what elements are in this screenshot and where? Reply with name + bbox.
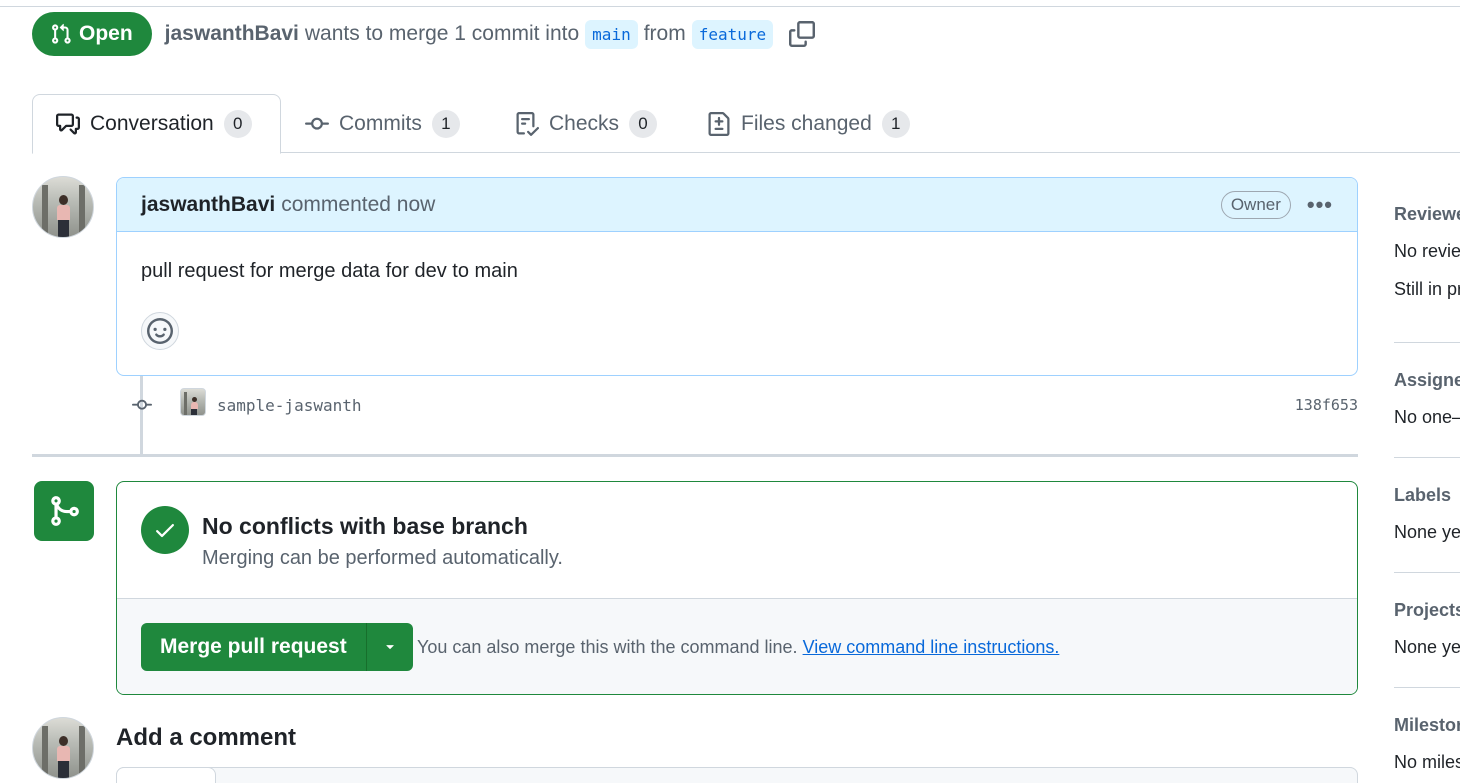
check-circle-icon (141, 506, 189, 554)
top-divider (0, 6, 1460, 7)
file-diff-icon (708, 111, 730, 136)
tab-label: Conversation (90, 112, 214, 135)
avatar-photo-detail (59, 736, 68, 746)
comment-editor[interactable] (116, 767, 1358, 783)
sidebar-divider (1394, 572, 1460, 573)
sidebar-projects: Projects None ye (1394, 600, 1460, 658)
merge-status-title: No conflicts with base branch (202, 513, 528, 539)
tab-counter: 1 (431, 109, 460, 138)
merge-pull-request-button[interactable]: Merge pull request (141, 623, 367, 671)
comment-timestamp[interactable]: commented now (281, 193, 435, 217)
merge-status-section: No conflicts with base branch Merging ca… (117, 482, 1357, 599)
tab-conversation[interactable]: Conversation 0 (32, 94, 281, 154)
sidebar-milestone-value: No miles (1394, 752, 1460, 772)
tab-counter: 0 (629, 109, 658, 138)
sidebar-labels-title[interactable]: Labels (1394, 485, 1460, 506)
tab-label: Commits (339, 111, 422, 135)
tab-counter: 0 (223, 110, 252, 138)
sidebar-divider (1394, 687, 1460, 688)
smiley-icon (147, 318, 173, 344)
pr-author-link[interactable]: jaswanthBavi (165, 22, 299, 46)
commit-message-link[interactable]: sample-jaswanth (217, 396, 362, 415)
from-text: from (643, 22, 686, 45)
avatar-photo-detail (57, 746, 70, 761)
head-branch-label[interactable]: feature (691, 19, 774, 49)
pr-state-badge: Open (32, 12, 152, 56)
sidebar-assignees-title[interactable]: Assigne (1394, 370, 1460, 391)
merge-status-subtitle: Merging can be performed automatically. (202, 547, 563, 569)
tab-commits[interactable]: Commits 1 (305, 94, 460, 153)
pr-tabs: Conversation 0 Commits 1 Checks 0 Files … (32, 94, 1460, 154)
add-comment-heading: Add a comment (116, 724, 297, 751)
copy-icon[interactable] (789, 21, 816, 47)
merge-box: No conflicts with base branch Merging ca… (116, 481, 1358, 695)
sidebar-divider (1394, 457, 1460, 458)
check-icon (156, 524, 174, 538)
comment-card: jaswanthBavi commented now Owner ••• pul… (116, 177, 1358, 376)
sidebar-assignees-value: No one– (1394, 407, 1460, 427)
timeline-commit-item: sample-jaswanth 138f653 (128, 388, 1358, 422)
commit-author-avatar[interactable] (180, 388, 206, 416)
comment-body: pull request for merge data for dev to m… (141, 260, 518, 282)
sidebar-milestone-title[interactable]: Milestor (1394, 715, 1460, 736)
avatar-photo-detail (58, 761, 69, 778)
tab-files-changed[interactable]: Files changed 1 (707, 94, 910, 153)
tab-checks[interactable]: Checks 0 (515, 94, 658, 153)
avatar-photo-detail (59, 195, 68, 205)
pr-summary: jaswanthBavi wants to merge 1 commit int… (165, 19, 816, 49)
sidebar-projects-title[interactable]: Projects (1394, 600, 1460, 621)
avatar[interactable] (32, 176, 94, 238)
sidebar-labels: Labels None ye (1394, 485, 1460, 543)
sidebar-reviewers-value: No revie (1394, 241, 1460, 261)
merge-button-group: Merge pull request (141, 623, 413, 671)
add-reaction-button[interactable] (141, 312, 179, 350)
git-commit-icon (305, 117, 329, 130)
git-pull-request-icon (52, 23, 71, 44)
sidebar-milestone: Milestor No miles (1394, 715, 1460, 773)
checklist-icon (516, 111, 539, 136)
git-merge-icon (51, 496, 79, 526)
command-line-instructions-link[interactable]: View command line instructions. (803, 637, 1060, 657)
triangle-down-icon (386, 645, 394, 650)
avatar-photo-detail (79, 726, 85, 778)
merge-hint-text: You can also merge this with the command… (417, 637, 798, 657)
tab-label: Checks (549, 111, 620, 135)
merge-method-dropdown[interactable] (366, 623, 413, 671)
base-branch-label[interactable]: main (585, 19, 638, 49)
sidebar-assignees: Assigne No one– (1394, 370, 1460, 428)
sidebar-reviewers-title[interactable]: Reviewe (1394, 204, 1460, 225)
sidebar-reviewers: Reviewe No revie Still in pr (1394, 204, 1460, 300)
avatar-photo-detail (42, 185, 48, 237)
comment-discussion-icon (56, 113, 80, 135)
kebab-menu-icon[interactable]: ••• (1307, 192, 1333, 218)
avatar-photo-detail (79, 185, 85, 237)
git-commit-icon (132, 399, 152, 410)
merge-status-icon-box (34, 481, 94, 541)
avatar-photo-detail (57, 205, 70, 220)
avatar-photo-detail (42, 726, 48, 778)
pr-summary-text: wants to merge 1 commit into (304, 22, 580, 45)
avatar[interactable] (32, 717, 94, 779)
pr-header: Open jaswanthBavi wants to merge 1 commi… (32, 12, 816, 56)
avatar-photo-detail (184, 392, 187, 415)
timeline-end-divider (32, 454, 1358, 457)
merge-actions-section: Merge pull request You can also merge th… (117, 599, 1357, 694)
sidebar-divider (1394, 342, 1460, 343)
tab-counter: 1 (881, 109, 910, 138)
sidebar-reviewers-note: Still in pr (1394, 279, 1460, 299)
owner-badge: Owner (1220, 190, 1291, 219)
sidebar-projects-value: None ye (1394, 637, 1460, 657)
pr-state-label: Open (79, 22, 133, 45)
pr-sidebar: Reviewe No revie Still in pr Assigne No … (1394, 192, 1460, 783)
avatar-photo-detail (58, 220, 69, 237)
merge-hint: You can also merge this with the command… (417, 637, 1059, 658)
sidebar-labels-value: None ye (1394, 522, 1460, 542)
avatar-photo-detail (191, 402, 198, 409)
tab-label: Files changed (741, 111, 872, 135)
comment-author-link[interactable]: jaswanthBavi (141, 193, 275, 217)
avatar-photo-detail (191, 409, 197, 415)
tab-write[interactable] (116, 767, 216, 783)
comment-header: jaswanthBavi commented now Owner ••• (117, 178, 1357, 232)
commit-sha-link[interactable]: 138f653 (1295, 396, 1358, 414)
